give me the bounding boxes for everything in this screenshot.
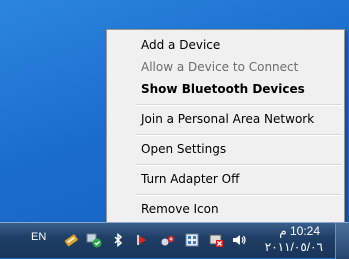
bluetooth-context-menu: Add a Device Allow a Device to Connect S… xyxy=(106,29,345,225)
menu-item-turn-adapter-off[interactable]: Turn Adapter Off xyxy=(109,168,342,190)
network-share-icon[interactable] xyxy=(160,232,176,248)
language-indicator[interactable]: EN xyxy=(31,231,46,243)
menu-item-remove-icon[interactable]: Remove Icon xyxy=(109,198,342,220)
taskbar: EN 10:24 م ٢٠١١/٠٥/٠٦ xyxy=(0,222,349,259)
menu-item-show-bluetooth-devices[interactable]: Show Bluetooth Devices xyxy=(109,78,342,100)
menu-separator xyxy=(136,164,342,166)
menu-separator xyxy=(136,194,342,196)
battery-monitor-icon[interactable] xyxy=(208,232,224,248)
pen-tablet-icon[interactable] xyxy=(63,232,79,248)
menu-separator xyxy=(136,134,342,136)
clock-date[interactable]: ٢٠١١/٠٥/٠٦ xyxy=(265,240,323,254)
show-desktop-button[interactable] xyxy=(335,223,349,259)
menu-item-join-pan[interactable]: Join a Personal Area Network xyxy=(109,108,342,130)
clock-time[interactable]: 10:24 م xyxy=(279,224,320,238)
menu-item-allow-device-connect: Allow a Device to Connect xyxy=(141,60,299,74)
bluetooth-icon[interactable] xyxy=(110,232,126,248)
volume-icon[interactable] xyxy=(231,232,247,248)
menu-item-open-settings[interactable]: Open Settings xyxy=(109,138,342,160)
update-shield-icon[interactable] xyxy=(184,232,200,248)
network-sync-icon[interactable] xyxy=(86,232,102,248)
menu-separator xyxy=(136,104,342,106)
pdf-icon[interactable] xyxy=(134,232,150,248)
menu-item-add-device[interactable]: Add a Device xyxy=(109,34,342,56)
